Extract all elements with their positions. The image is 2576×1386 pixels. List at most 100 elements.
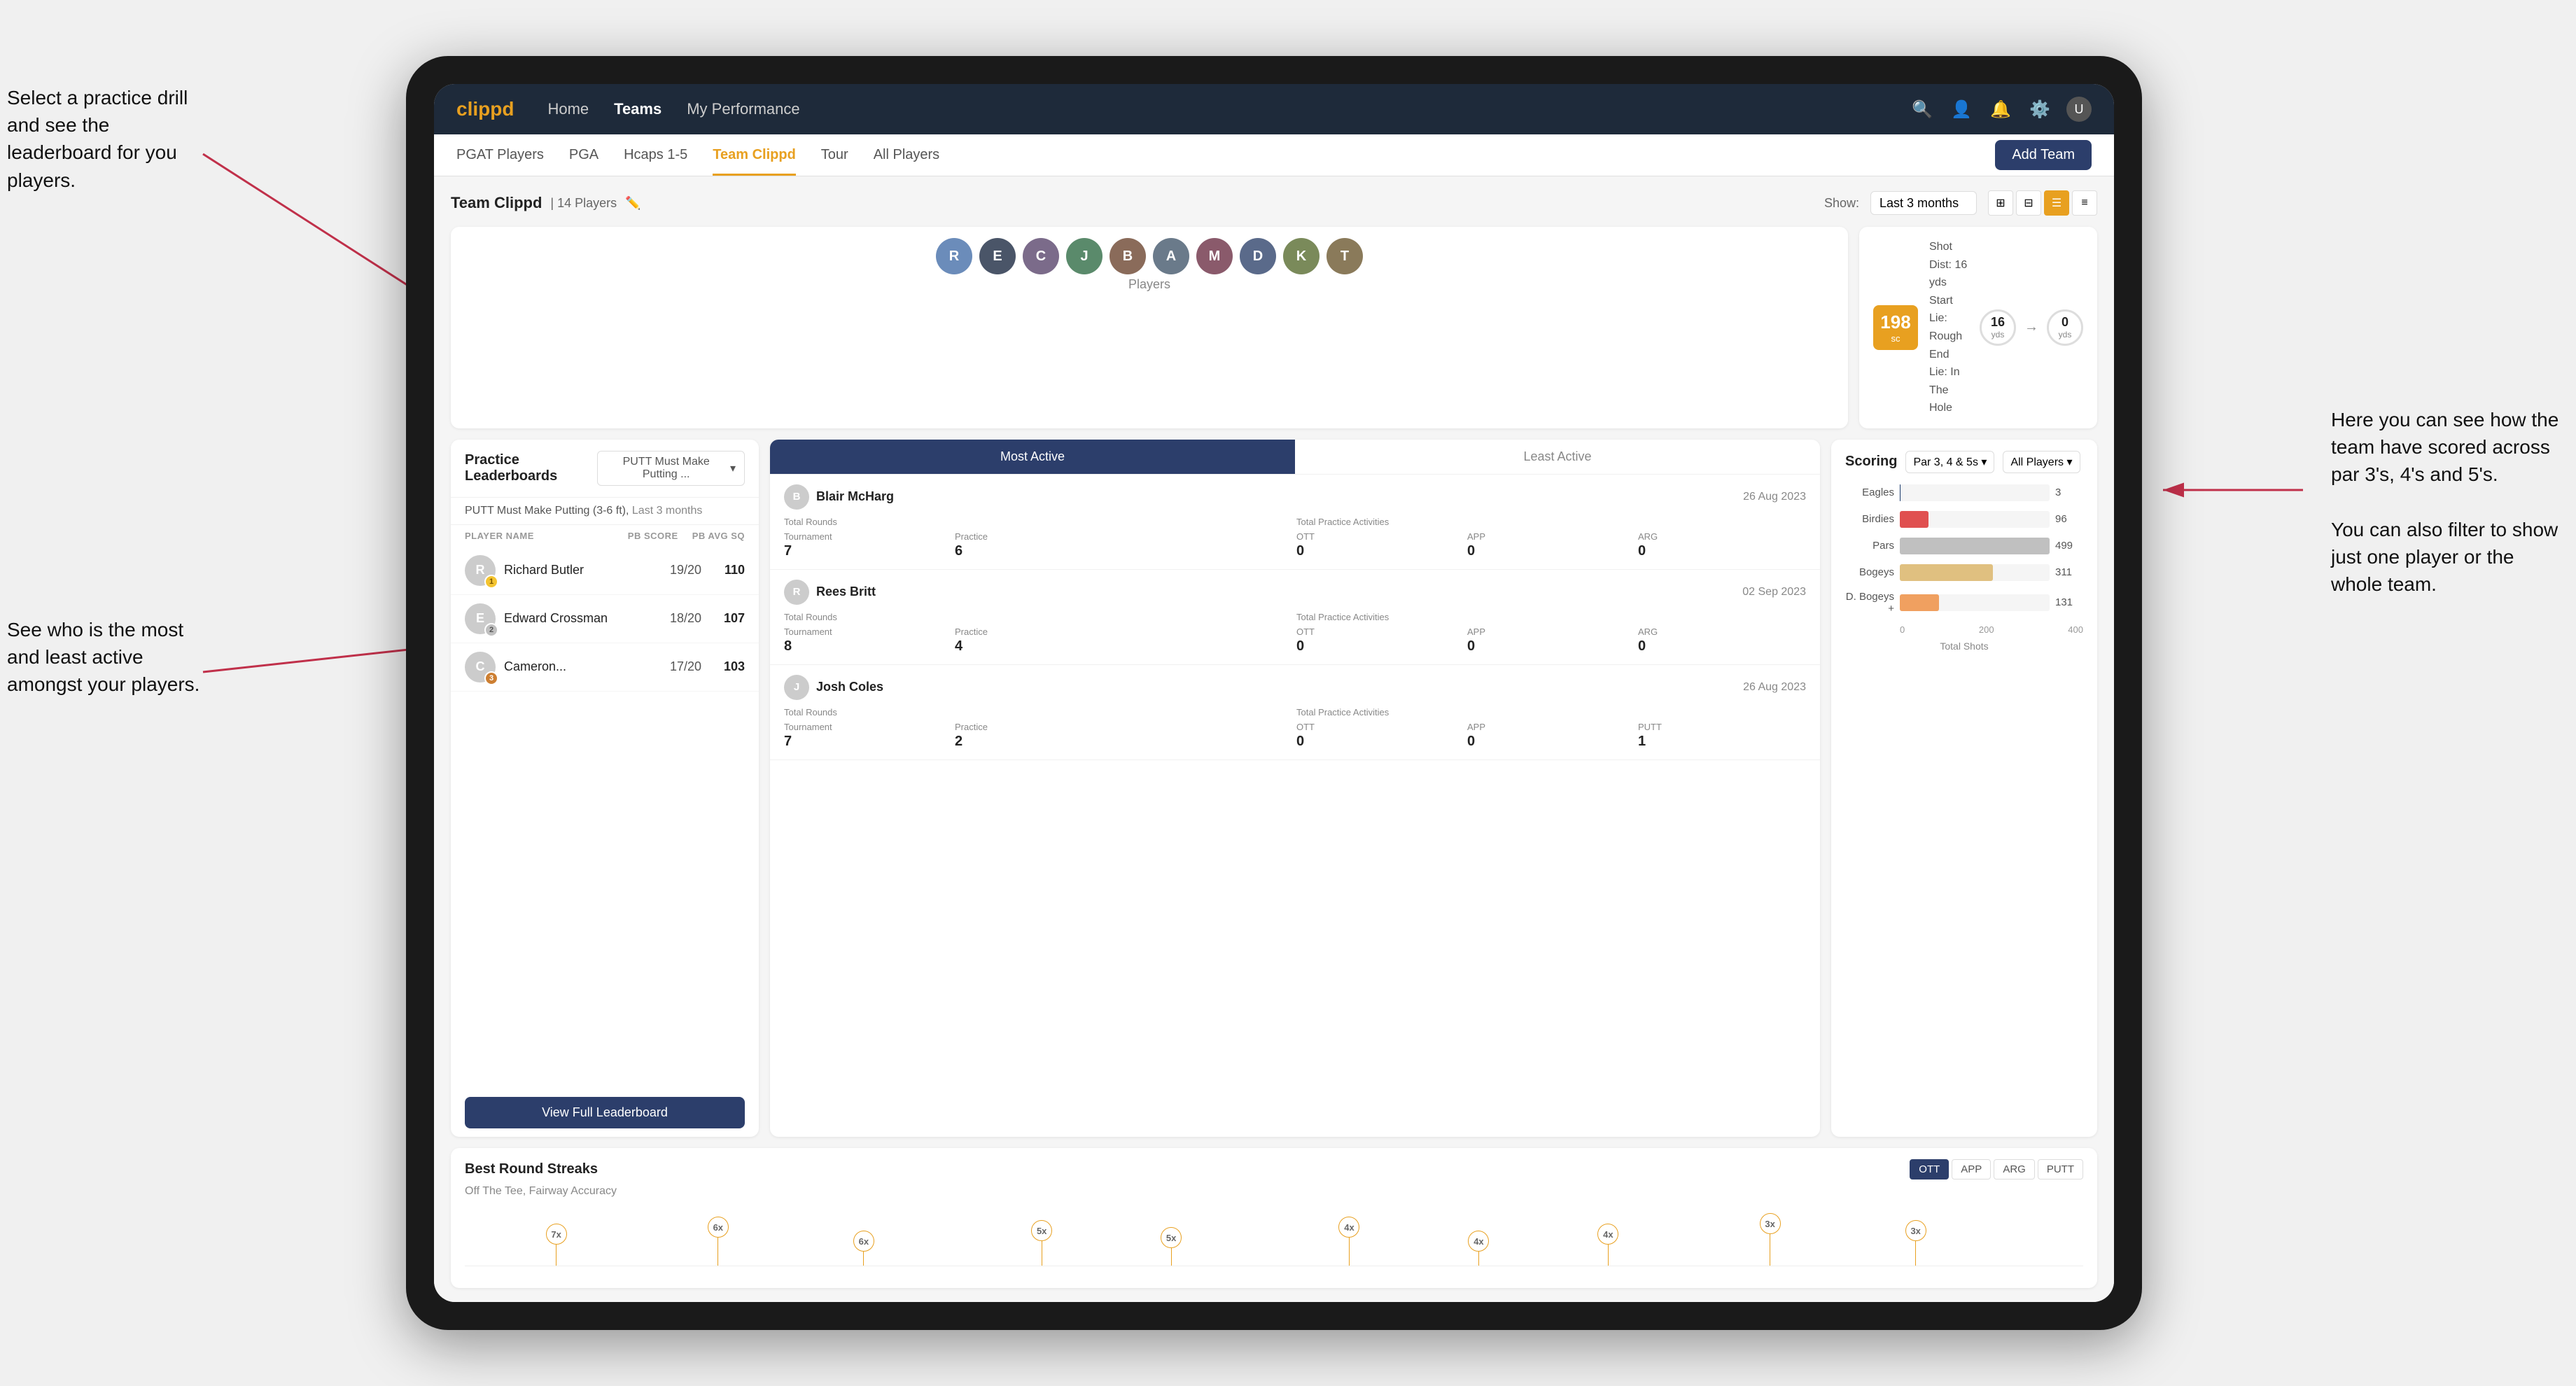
stat-practice-2: Practice 4	[955, 626, 1123, 654]
team-title: Team Clippd | 14 Players ✏️	[451, 194, 641, 212]
scoring-filter-pars[interactable]: Par 3, 4 & 5s ▾	[1905, 451, 1994, 473]
bell-icon[interactable]: 🔔	[1988, 97, 2013, 122]
players-label: Players	[1128, 277, 1170, 292]
navbar-link-home[interactable]: Home	[547, 100, 589, 118]
streaks-filter-app[interactable]: APP	[1952, 1159, 1991, 1180]
search-icon[interactable]: 🔍	[1910, 97, 1935, 122]
avatar[interactable]: C	[1023, 238, 1059, 274]
stat-tournament-3: Tournament 7	[784, 722, 952, 750]
shot-badge-sub: sc	[1891, 333, 1900, 344]
lb-avg-2: 107	[710, 611, 745, 626]
show-label: Show:	[1824, 196, 1859, 211]
chart-bar-container-birdies	[1900, 511, 2050, 528]
activity-avatar-1[interactable]: B	[784, 484, 809, 510]
stat-total-practice-label: Total Practice Activities	[1296, 517, 1464, 528]
activity-avatar-3[interactable]: J	[784, 675, 809, 700]
lb-badge-gold: 1	[484, 575, 498, 589]
lb-avatar-2[interactable]: E 2	[465, 603, 496, 634]
stat-total-practice-label-3: Total Practice Activities	[1296, 707, 1464, 719]
activity-avatar-2[interactable]: R	[784, 580, 809, 605]
avatar[interactable]: D	[1240, 238, 1276, 274]
streaks-filter-putt[interactable]: PUTT	[2038, 1159, 2083, 1180]
leaderboard-rows: R 1 Richard Butler 19/20 110 E 2	[451, 547, 759, 1088]
chart-x-title: Total Shots	[1845, 640, 2083, 652]
tab-most-active[interactable]: Most Active	[770, 440, 1295, 474]
tab-tour[interactable]: Tour	[821, 134, 848, 176]
streaks-section: Best Round Streaks OTT APP ARG PUTT Off …	[451, 1148, 2097, 1288]
avatar[interactable]: A	[1153, 238, 1189, 274]
tab-pgat-players[interactable]: PGAT Players	[456, 134, 544, 176]
activity-tabs: Most Active Least Active	[770, 440, 1820, 475]
settings-icon[interactable]: ⚙️	[2027, 97, 2052, 122]
chart-row-dbogeys: D. Bogeys + 131	[1845, 591, 2083, 615]
chart-value-bogeys: 311	[2055, 566, 2083, 578]
edit-icon[interactable]: ✏️	[625, 196, 640, 211]
activity-name-1: Blair McHarg	[816, 489, 1736, 504]
avatar[interactable]: J	[1066, 238, 1102, 274]
chart-bar-pars	[1900, 538, 2050, 554]
shot-detail1: Shot Dist: 16 yds	[1929, 238, 1968, 292]
stat-spacer	[955, 517, 1123, 528]
view-icon-grid2[interactable]: ⊞	[1988, 190, 2013, 216]
tab-pga[interactable]: PGA	[569, 134, 598, 176]
navbar-links: Home Teams My Performance	[547, 100, 1910, 118]
scoring-filter-players[interactable]: All Players ▾	[2003, 451, 2080, 473]
activity-name-3: Josh Coles	[816, 680, 1736, 694]
streaks-filter-ott[interactable]: OTT	[1910, 1159, 1949, 1180]
streaks-chart: 7x 6x 6x 5x	[465, 1203, 2083, 1266]
x-label-400: 400	[2068, 624, 2083, 635]
table-row: E 2 Edward Crossman 18/20 107	[451, 595, 759, 643]
avatar[interactable]: T	[1326, 238, 1363, 274]
avatar[interactable]: K	[1283, 238, 1320, 274]
shot-detail3: End Lie: In The Hole	[1929, 346, 1968, 417]
chart-x-labels: 0 200 400	[1845, 624, 2083, 635]
tab-all-players[interactable]: All Players	[874, 134, 939, 176]
lb-avatar-1[interactable]: R 1	[465, 555, 496, 586]
view-icon-list[interactable]: ≡	[2072, 190, 2097, 216]
col-player: PLAYER NAME	[465, 531, 628, 541]
leaderboard-header: Practice Leaderboards PUTT Must Make Put…	[451, 440, 759, 498]
scoring-chart: Eagles 3 Birdies 96	[1845, 484, 2083, 1126]
lb-score-2: 18/20	[659, 611, 701, 626]
drill-label: PUTT Must Make Putting ...	[606, 456, 726, 481]
avatar[interactable]: M	[1196, 238, 1233, 274]
activity-rows: B Blair McHarg 26 Aug 2023 Total Rounds	[770, 475, 1820, 1137]
chart-label-birdies: Birdies	[1845, 513, 1894, 525]
annotation-most-least-active: See who is the most and least active amo…	[7, 616, 203, 699]
stat-total-rounds-label: Total Rounds	[784, 517, 952, 528]
show-select[interactable]: Last 3 months Last 6 months Last year	[1870, 191, 1977, 215]
avatar[interactable]: R	[936, 238, 972, 274]
view-full-leaderboard-button[interactable]: View Full Leaderboard	[465, 1097, 745, 1128]
navbar-link-teams[interactable]: Teams	[614, 100, 662, 118]
chart-label-dbogeys: D. Bogeys +	[1845, 591, 1894, 615]
avatar-icon[interactable]: U	[2066, 97, 2092, 122]
tab-team-clippd[interactable]: Team Clippd	[713, 134, 796, 176]
streak-point-3x-2: 3x	[1905, 1220, 1926, 1266]
chart-bar-container-bogeys	[1900, 564, 2050, 581]
add-team-button[interactable]: Add Team	[1995, 140, 2092, 170]
team-controls: Show: Last 3 months Last 6 months Last y…	[1824, 190, 2097, 216]
tab-least-active[interactable]: Least Active	[1295, 440, 1820, 474]
lb-name-3: Cameron...	[504, 659, 651, 674]
activity-stats-3: Total Rounds Total Practice Activities	[784, 707, 1806, 750]
tab-hcaps[interactable]: Hcaps 1-5	[624, 134, 687, 176]
chart-bar-bogeys	[1900, 564, 1993, 581]
view-icon-grid3[interactable]: ⊟	[2016, 190, 2041, 216]
streak-point-4x-3: 4x	[1597, 1224, 1618, 1266]
person-icon[interactable]: 👤	[1949, 97, 1974, 122]
list-item: R Rees Britt 02 Sep 2023 Total Rounds	[770, 570, 1820, 665]
drill-dropdown[interactable]: PUTT Must Make Putting ... ▾	[597, 451, 745, 486]
view-icon-grid1[interactable]: ☰	[2044, 190, 2069, 216]
stat-app-2: APP 0	[1467, 626, 1635, 654]
avatar[interactable]: E	[979, 238, 1016, 274]
leaderboard-card: Practice Leaderboards PUTT Must Make Put…	[451, 440, 759, 1137]
table-row: C 3 Cameron... 17/20 103	[451, 643, 759, 692]
navbar-icons: 🔍 👤 🔔 ⚙️ U	[1910, 97, 2092, 122]
streaks-filter-arg[interactable]: ARG	[1994, 1159, 2035, 1180]
chart-value-birdies: 96	[2055, 513, 2083, 525]
navbar-link-performance[interactable]: My Performance	[687, 100, 799, 118]
streak-point-3x-1: 3x	[1760, 1213, 1781, 1266]
list-item: B Blair McHarg 26 Aug 2023 Total Rounds	[770, 475, 1820, 570]
lb-avatar-3[interactable]: C 3	[465, 652, 496, 682]
avatar[interactable]: B	[1110, 238, 1146, 274]
